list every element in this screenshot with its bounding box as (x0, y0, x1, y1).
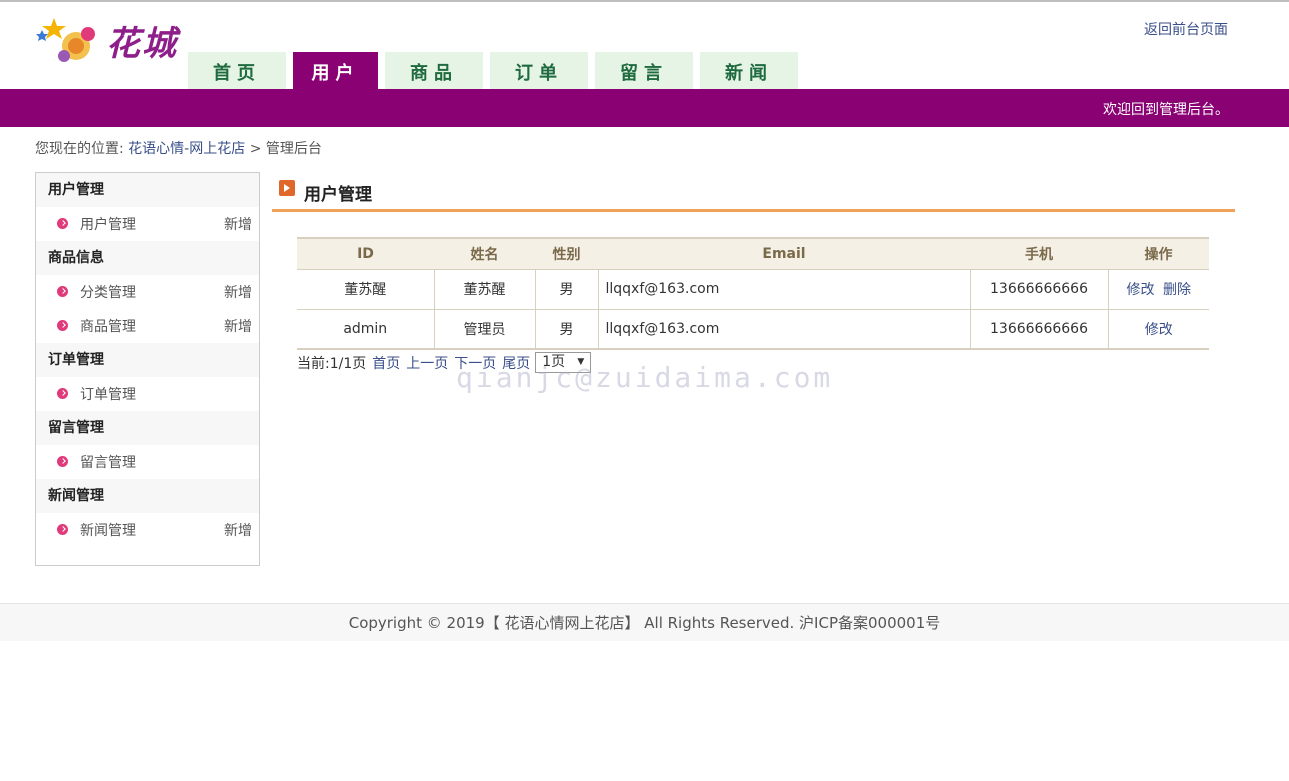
cell-gender: 男 (534, 309, 598, 350)
breadcrumb-home-link[interactable]: 花语心情-网上花店 (128, 141, 245, 157)
column-header-actions: 操作 (1108, 237, 1209, 270)
cell-id: 董苏醒 (297, 269, 434, 310)
user-table: ID 姓名 性别 Email 手机 操作 董苏醒 董苏醒 男 llqqxf@16… (297, 237, 1209, 350)
column-header-phone: 手机 (970, 237, 1108, 270)
cell-id: admin (297, 309, 434, 350)
nav-tab-users[interactable]: 用户 (293, 52, 378, 89)
column-header-email: Email (598, 237, 970, 270)
sidebar-item-label[interactable]: 用户管理 (80, 217, 136, 233)
column-header-id: ID (297, 237, 434, 270)
first-page-link[interactable]: 首页 (372, 353, 400, 373)
sidebar-group-users: 用户管理 (36, 173, 259, 207)
nav-tab-messages[interactable]: 留言 (595, 52, 693, 89)
cell-actions: 修改 (1107, 309, 1209, 350)
breadcrumb-separator: > (249, 141, 262, 157)
nav-tab-news[interactable]: 新闻 (700, 52, 798, 89)
top-border (0, 0, 1289, 2)
breadcrumb: 您现在的位置: 花语心情-网上花店 > 管理后台 (35, 138, 322, 158)
add-product-link[interactable]: 新增 (224, 309, 252, 345)
nav-tab-home[interactable]: 首页 (188, 52, 286, 89)
breadcrumb-prefix: 您现在的位置: (35, 141, 124, 157)
footer: Copyright © 2019【 花语心情网上花店】 All Rights R… (0, 603, 1289, 641)
delete-user-link[interactable]: 删除 (1163, 282, 1191, 298)
sidebar-item-product-management[interactable]: 商品管理 新增 (36, 309, 259, 343)
arrow-bullet-icon (57, 286, 68, 297)
table-row: 董苏醒 董苏醒 男 llqqxf@163.com 13666666666 修改 … (297, 269, 1209, 310)
logo-text: 花城 (106, 24, 178, 64)
cell-phone: 13666666666 (969, 309, 1108, 350)
table-row: admin 管理员 男 llqqxf@163.com 13666666666 修… (297, 309, 1209, 350)
sidebar-group-messages: 留言管理 (36, 411, 259, 445)
add-category-link[interactable]: 新增 (224, 275, 252, 311)
welcome-text: 欢迎回到管理后台。 (1103, 102, 1229, 118)
add-news-link[interactable]: 新增 (224, 513, 252, 549)
sidebar: 用户管理 用户管理 新增 商品信息 分类管理 新增 商品管理 新增 订单管理 订… (35, 172, 260, 566)
cell-name: 董苏醒 (433, 269, 535, 310)
sidebar-item-label[interactable]: 分类管理 (80, 285, 136, 301)
section-header: 用户管理 (272, 172, 1235, 212)
add-user-link[interactable]: 新增 (224, 207, 252, 243)
arrow-bullet-icon (57, 524, 68, 535)
column-header-name: 姓名 (434, 237, 535, 270)
cell-phone: 13666666666 (969, 269, 1108, 310)
flower-logo-icon (36, 18, 95, 62)
edit-user-link[interactable]: 修改 (1145, 322, 1173, 338)
copyright-text: Copyright © 2019【 花语心情网上花店】 All Rights R… (348, 614, 941, 632)
sidebar-item-news-management[interactable]: 新闻管理 新增 (36, 513, 259, 547)
prev-page-link[interactable]: 上一页 (406, 353, 448, 373)
sidebar-group-orders: 订单管理 (36, 343, 259, 377)
arrow-right-icon (279, 180, 295, 196)
sidebar-item-message-management[interactable]: 留言管理 (36, 445, 259, 479)
cell-email: llqqxf@163.com (597, 269, 970, 310)
sidebar-item-category-management[interactable]: 分类管理 新增 (36, 275, 259, 309)
sidebar-item-label[interactable]: 新闻管理 (80, 523, 136, 539)
page-title: 用户管理 (304, 185, 372, 205)
breadcrumb-current: 管理后台 (265, 141, 322, 157)
cell-actions: 修改 删除 (1107, 269, 1209, 310)
welcome-banner: 欢迎回到管理后台。 (0, 89, 1289, 127)
sidebar-item-label[interactable]: 商品管理 (80, 319, 136, 335)
sidebar-item-label[interactable]: 订单管理 (80, 387, 136, 403)
arrow-bullet-icon (57, 388, 68, 399)
table-header-row: ID 姓名 性别 Email 手机 操作 (297, 237, 1209, 270)
watermark: qianjc@zuidaima.com (456, 361, 834, 394)
nav-tab-orders[interactable]: 订单 (490, 52, 588, 89)
cell-gender: 男 (534, 269, 598, 310)
site-logo[interactable]: 花城 (36, 12, 186, 72)
arrow-bullet-icon (57, 456, 68, 467)
edit-user-link[interactable]: 修改 (1127, 282, 1155, 298)
nav-tab-products[interactable]: 商品 (385, 52, 483, 89)
sidebar-item-order-management[interactable]: 订单管理 (36, 377, 259, 411)
page-status: 当前:1/1页 (297, 355, 367, 372)
column-header-gender: 性别 (535, 237, 598, 270)
sidebar-group-news: 新闻管理 (36, 479, 259, 513)
arrow-bullet-icon (57, 320, 68, 331)
sidebar-item-label[interactable]: 留言管理 (80, 455, 136, 471)
back-to-frontend-link[interactable]: 返回前台页面 (1144, 19, 1228, 39)
cell-name: 管理员 (433, 309, 535, 350)
sidebar-group-products: 商品信息 (36, 241, 259, 275)
cell-email: llqqxf@163.com (597, 309, 970, 350)
sidebar-item-user-management[interactable]: 用户管理 新增 (36, 207, 259, 241)
arrow-bullet-icon (57, 218, 68, 229)
